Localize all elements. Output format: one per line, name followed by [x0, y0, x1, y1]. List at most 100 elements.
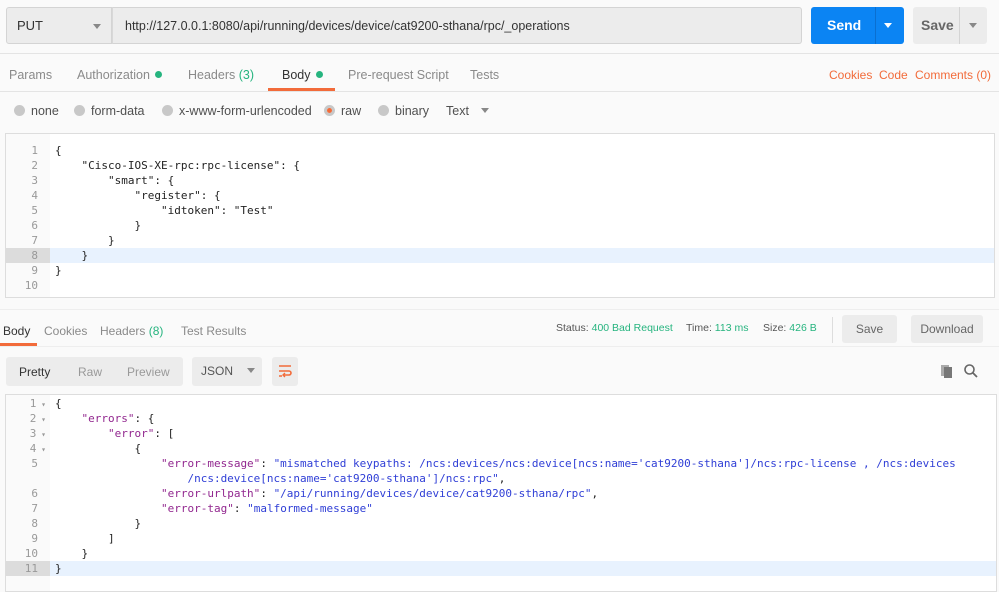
code-line: }	[55, 264, 62, 277]
radio-label: form-data	[91, 104, 145, 118]
code-link[interactable]: Code	[879, 68, 908, 82]
json-key: "error"	[107, 427, 155, 440]
copy-icon[interactable]	[939, 363, 955, 379]
json-punctuation: }	[55, 562, 62, 575]
wrap-lines-icon	[279, 365, 292, 378]
json-punctuation: }	[55, 517, 142, 530]
code-line: "smart": {	[55, 174, 175, 187]
line-number: 4	[31, 189, 38, 202]
response-tab-headers[interactable]: Headers (8)	[100, 324, 163, 338]
line-number: 3 ▾	[29, 427, 46, 440]
line-number: 8	[31, 517, 38, 530]
response-format-select[interactable]: JSON	[192, 357, 262, 386]
search-icon[interactable]	[963, 363, 979, 379]
tab-prerequest-script[interactable]: Pre-request Script	[348, 68, 449, 82]
line-number: 2	[31, 159, 38, 172]
response-body-viewer[interactable]: 1 ▾{2 ▾ "errors": {3 ▾ "error": [4 ▾ {5 …	[5, 394, 997, 592]
wrap-lines-button[interactable]	[272, 357, 298, 386]
radio-icon	[74, 105, 85, 116]
line-number	[6, 471, 38, 486]
view-raw-button[interactable]: Raw	[78, 365, 102, 379]
json-punctuation: }	[55, 547, 89, 560]
fold-caret-icon[interactable]: ▾	[36, 415, 46, 424]
line-number: 3	[31, 174, 38, 187]
tab-body[interactable]: Body	[282, 68, 323, 82]
view-pretty-button[interactable]: Pretty	[19, 365, 50, 379]
fold-caret-icon[interactable]: ▾	[36, 400, 46, 409]
code-line: }	[55, 234, 115, 247]
radio-icon	[14, 105, 25, 116]
url-input[interactable]: http://127.0.0.1:8080/api/running/device…	[112, 7, 802, 44]
save-response-button[interactable]: Save	[842, 315, 897, 343]
divider	[0, 91, 999, 92]
tab-label: Body	[282, 68, 311, 82]
divider	[875, 7, 876, 44]
view-preview-button[interactable]: Preview	[127, 365, 170, 379]
active-line-highlight	[6, 248, 994, 263]
time-label: Time:	[686, 322, 712, 334]
json-punctuation	[55, 502, 161, 515]
download-button[interactable]: Download	[911, 315, 983, 343]
radio-urlencoded[interactable]: x-www-form-urlencoded	[162, 104, 312, 118]
code-line: {	[55, 396, 62, 411]
method-select[interactable]: PUT	[6, 7, 112, 44]
divider	[832, 317, 833, 343]
code-line: }	[55, 219, 142, 232]
line-number: 5	[31, 204, 38, 217]
request-body-editor[interactable]: 1 {2 "Cisco-IOS-XE-rpc:rpc-license": {3 "…	[5, 133, 995, 298]
radio-none[interactable]: none	[14, 104, 59, 118]
send-button[interactable]: Send	[811, 7, 904, 44]
line-number: 9	[31, 264, 38, 277]
save-options-chevron-icon[interactable]	[969, 23, 977, 28]
code-line: }	[55, 546, 88, 561]
send-options-chevron-icon[interactable]	[884, 23, 892, 28]
code-line: }	[55, 249, 89, 262]
tab-label: Headers	[100, 324, 146, 338]
response-tab-test-results[interactable]: Test Results	[181, 324, 246, 338]
radio-label: none	[31, 104, 59, 118]
json-key: "errors"	[81, 412, 135, 425]
format-select[interactable]: Text	[446, 104, 489, 118]
radio-label: raw	[341, 104, 362, 118]
code-line: "idtoken": "Test"	[55, 204, 274, 217]
status-dot-icon	[315, 71, 323, 78]
json-key: "error-tag"	[160, 502, 234, 515]
json-punctuation: : {	[134, 412, 155, 425]
json-punctuation: ,	[498, 472, 506, 485]
fold-caret-icon[interactable]: ▾	[36, 430, 46, 439]
radio-binary[interactable]: binary	[378, 104, 429, 118]
cookies-link[interactable]: Cookies	[829, 68, 872, 82]
response-tab-cookies[interactable]: Cookies	[44, 324, 87, 338]
json-string: "malformed-message"	[247, 502, 373, 515]
fold-caret-icon[interactable]: ▾	[36, 445, 46, 454]
code-line: "error-urlpath": "/api/running/devices/d…	[55, 486, 598, 501]
headers-count: (3)	[238, 68, 255, 82]
send-label: Send	[827, 17, 862, 33]
view-mode-group: Pretty Raw Preview	[6, 357, 183, 386]
save-label: Save	[921, 17, 954, 33]
line-number: 10	[24, 547, 38, 560]
tab-tests[interactable]: Tests	[470, 68, 499, 82]
chevron-down-icon	[247, 368, 256, 373]
line-number: 6	[31, 487, 38, 500]
response-tab-body[interactable]: Body	[3, 324, 30, 338]
radio-form-data[interactable]: form-data	[74, 104, 145, 118]
size-readout: Size: 426 B	[763, 322, 817, 334]
json-punctuation: :	[233, 502, 248, 515]
json-punctuation: ]	[55, 532, 115, 545]
radio-raw[interactable]: raw	[324, 104, 361, 118]
tab-headers[interactable]: Headers (3)	[188, 68, 254, 82]
json-punctuation: {	[55, 397, 62, 410]
line-number: 7	[31, 502, 38, 515]
divider	[959, 7, 960, 44]
json-punctuation	[55, 457, 161, 470]
tab-authorization[interactable]: Authorization	[77, 68, 162, 82]
line-number: 2 ▾	[29, 412, 46, 425]
comments-link[interactable]: Comments (0)	[915, 68, 991, 82]
tab-label: Authorization	[77, 68, 150, 82]
save-button[interactable]: Save	[913, 7, 987, 44]
chevron-down-icon	[480, 108, 489, 113]
tab-params[interactable]: Params	[9, 68, 52, 82]
radio-selected-icon	[324, 105, 335, 116]
status-value: 400 Bad Request	[591, 322, 673, 334]
